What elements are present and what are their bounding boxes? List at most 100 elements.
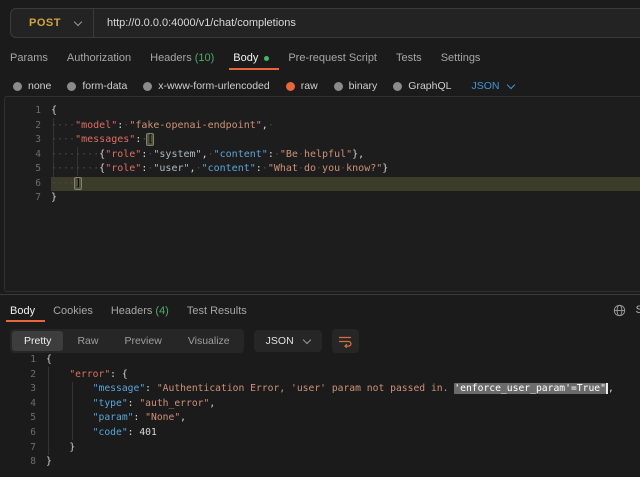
- response-tabs: Body Cookies Headers(4) Test Results: [10, 300, 640, 322]
- code-token: [46, 383, 93, 394]
- view-mode-raw[interactable]: Raw: [65, 331, 110, 351]
- radio-icon: [334, 82, 343, 91]
- response-tab-headers[interactable]: Headers(4): [111, 300, 169, 322]
- tab-label: Params: [10, 52, 48, 64]
- tab-label: Body: [233, 52, 258, 64]
- chevron-down-icon: [74, 17, 82, 25]
- whitespace-dots: ····: [51, 120, 75, 131]
- code-line-1[interactable]: 1{: [0, 353, 640, 368]
- method-selector[interactable]: POST: [11, 17, 93, 29]
- tab-authorization[interactable]: Authorization: [67, 46, 131, 70]
- code-line-3[interactable]: 3····"messages":·[: [5, 133, 640, 148]
- body-type-binary[interactable]: binary: [334, 80, 378, 92]
- body-type-x-www-form-urlencoded[interactable]: x-www-form-urlencoded: [143, 80, 269, 92]
- request-language-dropdown[interactable]: JSON: [471, 80, 513, 92]
- line-number: 7: [0, 441, 36, 456]
- tab-label: Body: [10, 305, 35, 317]
- code-line-7[interactable]: 7 }: [0, 441, 640, 456]
- code-line-2[interactable]: 2 ····"model":·"fake-openai-endpoint",·: [5, 119, 640, 134]
- wrap-lines-icon: [338, 335, 352, 348]
- code-token: ,·: [262, 120, 274, 131]
- tab-label: Pre-request Script: [288, 52, 377, 64]
- code-token: 'enforce_user_param'=True": [454, 383, 606, 394]
- response-tab-test-results[interactable]: Test Results: [187, 300, 247, 322]
- code-content: "error": {: [46, 368, 640, 383]
- response-toolbar: Pretty Raw Preview Visualize JSON: [10, 329, 359, 353]
- line-number: 2: [5, 119, 41, 134]
- tab-settings[interactable]: Settings: [441, 46, 481, 70]
- body-type-selector: none form-data x-www-form-urlencoded raw…: [13, 75, 514, 97]
- response-tab-body[interactable]: Body: [10, 300, 35, 322]
- code-token: }: [46, 456, 52, 467]
- tab-body[interactable]: Body: [233, 46, 269, 70]
- code-token: "user": [153, 163, 189, 174]
- body-type-none[interactable]: none: [13, 80, 51, 92]
- code-content: }: [46, 455, 640, 470]
- code-content: "code": 401: [46, 426, 640, 441]
- body-type-graphql[interactable]: GraphQL: [393, 80, 451, 92]
- code-content: ····"model":·"fake-openai-endpoint",·: [51, 119, 640, 134]
- tab-label: Headers: [150, 52, 192, 64]
- wrap-lines-button[interactable]: [332, 329, 359, 353]
- request-body-editor[interactable]: 1{2 ····"model":·"fake-openai-endpoint",·…: [4, 96, 640, 292]
- tab-headers[interactable]: Headers(10): [150, 46, 214, 70]
- code-line-7[interactable]: 7}: [5, 191, 640, 206]
- code-token: "code": [93, 427, 128, 438]
- view-mode-visualize[interactable]: Visualize: [176, 331, 242, 351]
- code-token: ········: [51, 149, 99, 160]
- request-tabs: Params Authorization Headers(10) Body Pr…: [10, 46, 640, 70]
- tab-label: Settings: [441, 52, 481, 64]
- response-code: 1{2 "error": {3 "message": "Authenticati…: [0, 353, 640, 470]
- code-token: ····: [51, 134, 75, 145]
- line-number: 1: [0, 353, 36, 368]
- code-line-3[interactable]: 3 "message": "Authentication Error, 'use…: [0, 382, 640, 397]
- code-line-1[interactable]: 1{: [5, 104, 640, 119]
- response-tab-cookies[interactable]: Cookies: [53, 300, 93, 322]
- code-token: ····: [51, 120, 75, 131]
- line-number: 7: [5, 191, 41, 206]
- code-line-8[interactable]: 8}: [0, 455, 640, 470]
- radio-label: none: [28, 80, 51, 92]
- code-token: {: [51, 105, 57, 116]
- radio-label: GraphQL: [408, 80, 451, 92]
- line-number: 4: [5, 148, 41, 163]
- code-line-6[interactable]: 6····]: [5, 177, 640, 192]
- whitespace-dots: ·: [340, 163, 346, 174]
- code-token: "fake-openai-endpoint": [129, 120, 261, 131]
- code-token: "message": [93, 383, 146, 394]
- code-line-4[interactable]: 4 "type": "auth_error",: [0, 397, 640, 412]
- view-mode-pretty[interactable]: Pretty: [12, 331, 63, 351]
- code-token: {: [46, 354, 52, 365]
- url-input[interactable]: http://0.0.0.0:4000/v1/chat/completions: [107, 17, 296, 29]
- code-line-2[interactable]: 2 "error": {: [0, 368, 640, 383]
- line-number: 5: [5, 162, 41, 177]
- code-line-6[interactable]: 6 "code": 401: [0, 426, 640, 441]
- code-token: }: [51, 192, 57, 203]
- code-token: : {: [110, 369, 128, 380]
- code-token: :·: [141, 163, 153, 174]
- body-type-raw[interactable]: raw: [286, 80, 318, 92]
- response-language-dropdown[interactable]: JSON: [254, 330, 322, 352]
- view-mode-preview[interactable]: Preview: [112, 331, 173, 351]
- body-type-form-data[interactable]: form-data: [67, 80, 127, 92]
- code-line-5[interactable]: 5········{"role":·"user",·"content":·"Wh…: [5, 162, 640, 177]
- tab-pre-request-script[interactable]: Pre-request Script: [288, 46, 377, 70]
- code-token: [46, 412, 93, 423]
- code-token: :: [128, 427, 140, 438]
- code-line-4[interactable]: 4········{"role":·"system",·"content":·"…: [5, 148, 640, 163]
- tab-params[interactable]: Params: [10, 46, 48, 70]
- globe-icon[interactable]: [613, 304, 626, 317]
- tab-tests[interactable]: Tests: [396, 46, 422, 70]
- code-token: [: [147, 134, 153, 145]
- chevron-down-icon: [506, 80, 514, 88]
- code-token: "content": [202, 163, 256, 174]
- language-label: JSON: [471, 80, 499, 92]
- request-url-bar: POST http://0.0.0.0:4000/v1/chat/complet…: [10, 8, 640, 38]
- line-number: 2: [0, 368, 36, 383]
- code-token: "messages": [75, 134, 135, 145]
- code-line-5[interactable]: 5 "param": "None",: [0, 411, 640, 426]
- code-token: "param": [93, 412, 134, 423]
- code-token: 401: [139, 427, 157, 438]
- radio-icon: [13, 82, 22, 91]
- clipped-status-text: S: [636, 304, 640, 316]
